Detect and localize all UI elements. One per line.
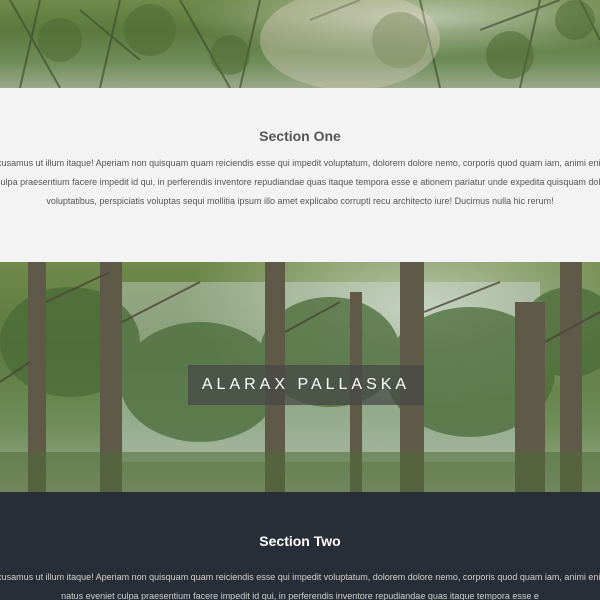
section-two-title: Section Two xyxy=(259,533,341,549)
section-two-body: icing elit. Accusamus ut illum itaque! A… xyxy=(0,572,600,600)
page: Section One icing elit. Accusamus ut ill… xyxy=(0,0,600,600)
forest-illustration-top xyxy=(9,0,600,88)
section-one: Section One icing elit. Accusamus ut ill… xyxy=(0,88,600,262)
forest-background-top xyxy=(0,0,600,88)
section-one-title: Section One xyxy=(259,128,341,144)
section-one-body: icing elit. Accusamus ut illum itaque! A… xyxy=(0,158,600,206)
hero-banner-text: ALARAX PALLASKA xyxy=(201,376,411,393)
section-two: Section Two icing elit. Accusamus ut ill… xyxy=(0,492,600,600)
hero-banner: ALARAX PALLASKA xyxy=(188,365,424,405)
